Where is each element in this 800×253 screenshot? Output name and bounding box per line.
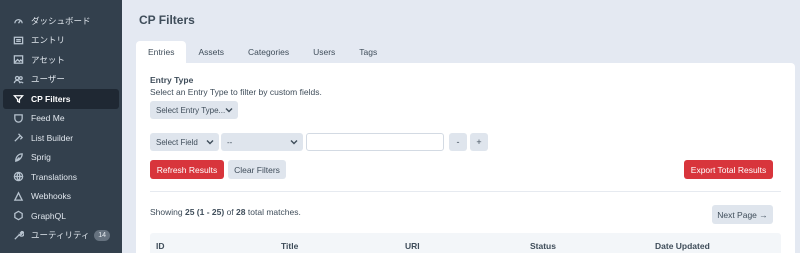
filter-plugin-icon bbox=[12, 92, 25, 105]
column-header-title[interactable]: Title bbox=[281, 241, 298, 251]
nav-item-graphql[interactable]: GraphQL bbox=[3, 206, 119, 226]
image-icon bbox=[12, 53, 25, 66]
nav-item-users[interactable]: ユーザー bbox=[3, 70, 119, 90]
clear-filters-button[interactable]: Clear Filters bbox=[228, 160, 286, 179]
newspaper-icon bbox=[12, 34, 25, 47]
nav-label: ユーザー bbox=[31, 74, 65, 85]
entry-type-select-value: Select Entry Type... bbox=[156, 105, 226, 115]
tab-categories[interactable]: Categories bbox=[236, 41, 301, 63]
results-total: 28 bbox=[236, 207, 246, 217]
translations-icon bbox=[12, 170, 25, 183]
nav-item-utilities[interactable]: ユーティリティ 14 bbox=[3, 226, 119, 246]
wrench-icon bbox=[12, 229, 25, 242]
chevron-down-icon bbox=[225, 106, 233, 114]
nav-label: エントリ bbox=[31, 35, 66, 46]
results-table-header: ID Title URI Status Date Updated bbox=[150, 233, 781, 253]
entry-type-select[interactable]: Select Entry Type... bbox=[150, 101, 238, 119]
divider bbox=[150, 191, 781, 192]
utilities-badge: 14 bbox=[94, 229, 110, 241]
nav-label: GraphQL bbox=[31, 210, 66, 221]
operator-select-value: -- bbox=[227, 137, 233, 147]
export-total-results-button[interactable]: Export Total Results bbox=[684, 160, 773, 179]
nav-item-translations[interactable]: Translations bbox=[3, 167, 119, 187]
field-select[interactable]: Select Field bbox=[150, 133, 219, 151]
users-icon bbox=[12, 73, 25, 86]
tab-assets[interactable]: Assets bbox=[186, 41, 236, 63]
nav-item-feed-me[interactable]: Feed Me bbox=[3, 109, 119, 129]
main-content: CP Filters Entries Assets Categories Use… bbox=[122, 0, 800, 253]
entry-type-label: Entry Type bbox=[150, 75, 194, 85]
nav-item-sprig[interactable]: Sprig bbox=[3, 148, 119, 168]
sprig-icon bbox=[12, 151, 25, 164]
nav-label: ユーティリティ bbox=[31, 230, 90, 241]
filter-value-input[interactable] bbox=[306, 133, 444, 151]
nav-label: ダッシュボード bbox=[31, 15, 91, 26]
entry-type-help: Select an Entry Type to filter by custom… bbox=[150, 87, 322, 97]
feed-me-icon bbox=[12, 112, 25, 125]
nav-item-cp-filters[interactable]: CP Filters bbox=[3, 89, 119, 109]
tab-entries[interactable]: Entries bbox=[136, 41, 187, 63]
column-header-uri[interactable]: URI bbox=[405, 241, 420, 251]
chevron-down-icon bbox=[290, 138, 298, 146]
page-title: CP Filters bbox=[139, 13, 195, 27]
operator-select[interactable]: -- bbox=[221, 133, 303, 151]
nav-label: Sprig bbox=[31, 152, 51, 163]
column-header-id[interactable]: ID bbox=[156, 241, 165, 251]
remove-filter-button[interactable]: - bbox=[449, 133, 467, 151]
list-builder-icon bbox=[12, 131, 25, 144]
nav-label: List Builder bbox=[31, 132, 74, 143]
nav-label: Feed Me bbox=[31, 113, 65, 124]
results-count: 25 (1 - 25) bbox=[184, 207, 225, 217]
nav-item-webhooks[interactable]: Webhooks bbox=[3, 187, 119, 207]
nav-item-list-builder[interactable]: List Builder bbox=[3, 128, 119, 148]
column-header-status[interactable]: Status bbox=[530, 241, 556, 251]
webhooks-icon bbox=[12, 190, 25, 203]
tab-bar: Entries Assets Categories Users Tags bbox=[136, 41, 389, 63]
nav-item-dashboard[interactable]: ダッシュボード bbox=[3, 11, 119, 31]
nav-label: Translations bbox=[31, 171, 77, 182]
nav-item-assets[interactable]: アセット bbox=[3, 50, 119, 70]
nav-item-entries[interactable]: エントリ bbox=[3, 31, 119, 51]
results-summary: Showing 25 (1 - 25) of 28 total matches. bbox=[150, 207, 301, 217]
field-select-value: Select Field bbox=[156, 137, 198, 147]
chevron-down-icon bbox=[206, 138, 214, 146]
column-header-date-updated[interactable]: Date Updated bbox=[655, 241, 710, 251]
tab-users[interactable]: Users bbox=[301, 41, 347, 63]
graphql-icon bbox=[12, 209, 25, 222]
tab-tags[interactable]: Tags bbox=[347, 41, 389, 63]
refresh-results-button[interactable]: Refresh Results bbox=[150, 160, 224, 179]
nav-label: Webhooks bbox=[31, 191, 72, 202]
add-filter-button[interactable]: + bbox=[470, 133, 488, 151]
next-page-button[interactable]: Next Page → bbox=[712, 205, 773, 224]
filter-panel: Entry Type Select an Entry Type to filte… bbox=[136, 63, 795, 253]
nav-label: アセット bbox=[31, 54, 65, 65]
nav-label: CP Filters bbox=[31, 93, 71, 104]
gauge-icon bbox=[12, 14, 25, 27]
sidebar: ダッシュボード エントリ アセット ユーザー CP Filters Feed M… bbox=[0, 0, 122, 253]
